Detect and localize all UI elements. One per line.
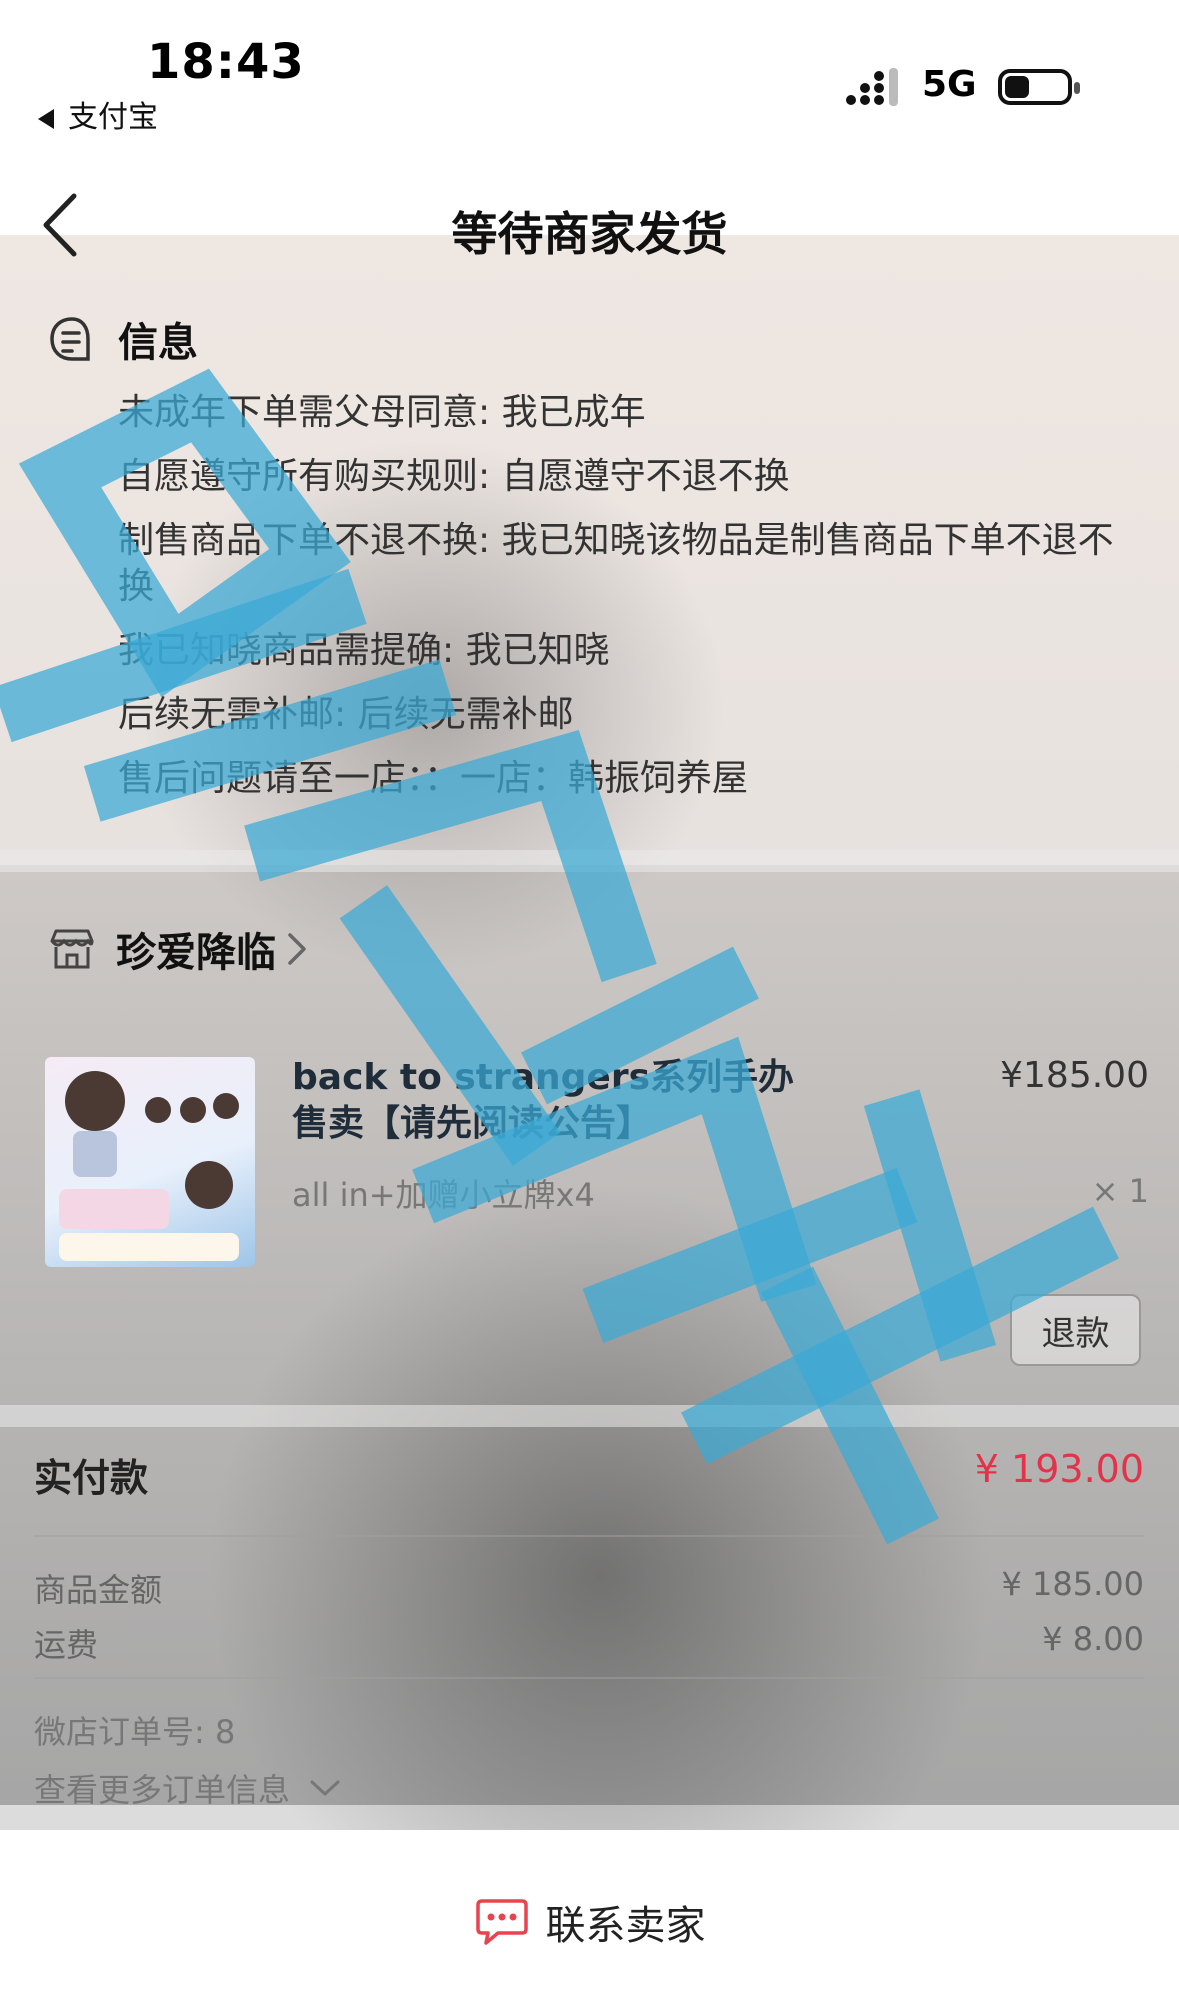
- info-item: 后续无需补邮: 后续无需补邮: [118, 694, 574, 735]
- back-to-app-link[interactable]: 支付宝: [38, 92, 158, 136]
- info-list: 未成年下单需父母同意: 我已成年 自愿遵守所有购买规则: 自愿遵守不退不换 制售…: [118, 390, 1118, 820]
- goods-amount-value: ¥ 185.00: [1001, 1565, 1145, 1603]
- status-bar: 18:43 支付宝 5G: [0, 0, 1179, 140]
- goods-amount-row: 商品金额 ¥ 185.00: [34, 1565, 1144, 1611]
- signal-bars-icon: [846, 68, 898, 106]
- order-number: 微店订单号: 8: [34, 1713, 236, 1751]
- info-item: 我已知晓商品需提确: 我已知晓: [118, 630, 610, 671]
- shop-name: 珍爱降临: [116, 930, 276, 976]
- status-time: 18:43: [147, 34, 305, 90]
- info-section-header: 信息: [48, 310, 198, 368]
- info-item: 自愿遵守所有购买规则: 自愿遵守不退不换: [118, 456, 790, 497]
- goods-amount-label: 商品金额: [34, 1571, 163, 1609]
- nav-header: 等待商家发货: [0, 140, 1179, 261]
- divider: [34, 1677, 1144, 1679]
- info-heading: 信息: [118, 320, 198, 366]
- chat-bubble-icon: [475, 1898, 528, 1945]
- shop-link[interactable]: 珍爱降临: [48, 920, 308, 978]
- shipping-row: 运费 ¥ 8.00: [34, 1620, 1144, 1666]
- info-item: 未成年下单需父母同意: 我已成年: [118, 392, 646, 433]
- product-spec: all in+加赠小立牌x4: [292, 1176, 595, 1214]
- chevron-right-icon: [288, 933, 306, 965]
- info-item: 制售商品下单不退不换: 我已知晓该物品是制售商品下单不退不换: [118, 520, 1114, 607]
- product-quantity: × 1: [1091, 1172, 1149, 1210]
- product-title[interactable]: back to strangers系列手办售卖【请先阅读公告】: [292, 1055, 812, 1147]
- shipping-value: ¥ 8.00: [1042, 1620, 1144, 1658]
- total-paid-amount: ¥ 193.00: [974, 1447, 1144, 1491]
- contact-seller-label: 联系卖家: [545, 1902, 706, 1949]
- shipping-label: 运费: [34, 1626, 99, 1664]
- back-app-label: 支付宝: [68, 100, 158, 135]
- total-paid-label: 实付款: [34, 1456, 149, 1500]
- section-divider: [0, 850, 1179, 872]
- total-paid-row: 实付款 ¥ 193.00: [34, 1447, 1144, 1502]
- refund-button[interactable]: 退款: [1010, 1294, 1141, 1366]
- message-doc-icon: [50, 317, 90, 361]
- network-label: 5G: [922, 64, 977, 105]
- contact-seller-button[interactable]: 联系卖家: [474, 1893, 706, 1951]
- product-thumbnail[interactable]: [45, 1057, 255, 1267]
- info-item: 售后问题请至一店：：一店：韩振饲养屋: [118, 758, 749, 799]
- divider: [34, 1535, 1144, 1537]
- more-order-info-toggle[interactable]: 查看更多订单信息: [34, 1765, 342, 1811]
- back-triangle-icon: [38, 108, 54, 129]
- store-icon: [50, 929, 94, 969]
- chevron-down-icon: [310, 1780, 340, 1796]
- section-divider: [0, 1405, 1179, 1427]
- battery-icon: [998, 69, 1080, 105]
- bottom-action-bar: 联系卖家: [0, 1858, 1179, 1991]
- more-order-info-label: 查看更多订单信息: [34, 1771, 291, 1809]
- page-title: 等待商家发货: [451, 207, 728, 261]
- product-price: ¥185.00: [1000, 1055, 1149, 1096]
